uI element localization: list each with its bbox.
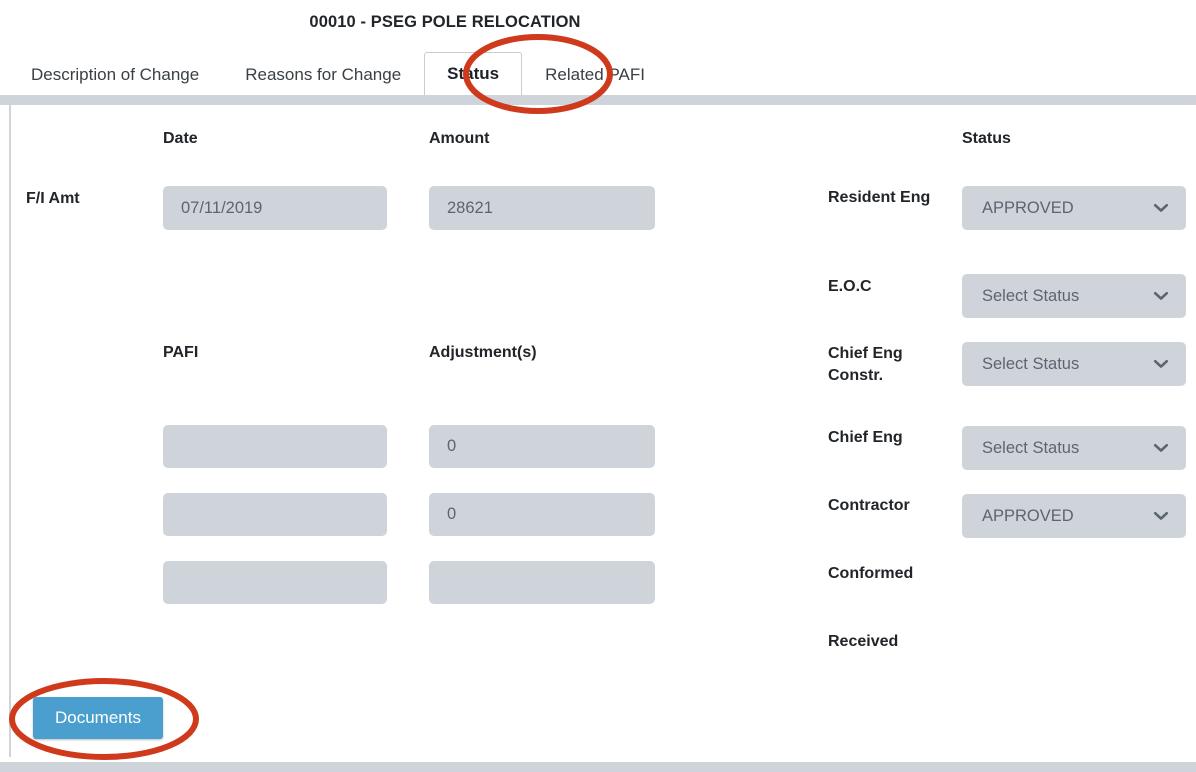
row-label-conformed: Conformed [828,565,914,582]
pafi-input-row-2[interactable] [163,493,387,536]
fi-amt-date-input[interactable] [163,186,387,230]
tab-label: Status [447,64,500,83]
tab-related-pafi[interactable]: Related PAFI [522,52,668,96]
status-select-chief-eng[interactable]: Select Status [962,426,1186,470]
chevron-down-icon [1152,199,1170,217]
tab-description-of-change[interactable]: Description of Change [8,52,222,96]
panel-bottom-divider [0,762,1196,772]
row-label-chief-eng: Chief Eng [828,429,903,446]
documents-button[interactable]: Documents [33,697,163,739]
tab-label: Description of Change [31,64,200,84]
column-header-status: Status [962,130,1011,147]
pafi-input-row-3[interactable] [163,561,387,604]
status-select-eoc[interactable]: Select Status [962,274,1186,318]
status-select-chief-eng-constr[interactable]: Select Status [962,342,1186,386]
fi-amt-amount-input[interactable] [429,186,655,230]
column-header-amount: Amount [429,130,490,147]
tab-label: Reasons for Change [245,64,402,84]
status-select-value: APPROVED [982,506,1074,525]
row-label-contractor: Contractor [828,497,910,514]
status-select-value: Select Status [982,286,1080,305]
row-label-eoc: E.O.C [828,278,872,295]
chevron-down-icon [1152,287,1170,305]
tab-reasons-for-change[interactable]: Reasons for Change [222,52,424,96]
tab-bar: Description of Change Reasons for Change… [0,52,1196,96]
adjustment-input-row-2[interactable] [429,493,655,536]
status-select-value: Select Status [982,438,1080,457]
tab-label: Related PAFI [545,64,645,84]
pafi-input-row-1[interactable] [163,425,387,468]
adjustment-input-row-3[interactable] [429,561,655,604]
status-select-value: Select Status [982,354,1080,373]
page-title: 00010 - PSEG POLE RELOCATION [309,13,581,31]
column-header-pafi: PAFI [163,344,199,361]
chevron-down-icon [1152,507,1170,525]
row-label-resident-eng: Resident Eng [828,189,931,206]
row-label-chief-eng-constr: Chief Eng Constr. [828,345,903,384]
status-select-value: APPROVED [982,198,1074,217]
column-header-date: Date [163,130,198,147]
chevron-down-icon [1152,439,1170,457]
chevron-down-icon [1152,355,1170,373]
status-select-resident-eng[interactable]: APPROVED [962,186,1186,230]
status-select-contractor[interactable]: APPROVED [962,494,1186,538]
row-label-received: Received [828,633,899,650]
column-header-adjustments: Adjustment(s) [429,344,537,361]
tab-status[interactable]: Status [424,52,523,96]
panel-top-divider [0,95,1196,105]
row-label-fi-amt: F/I Amt [26,190,80,207]
adjustment-input-row-1[interactable] [429,425,655,468]
